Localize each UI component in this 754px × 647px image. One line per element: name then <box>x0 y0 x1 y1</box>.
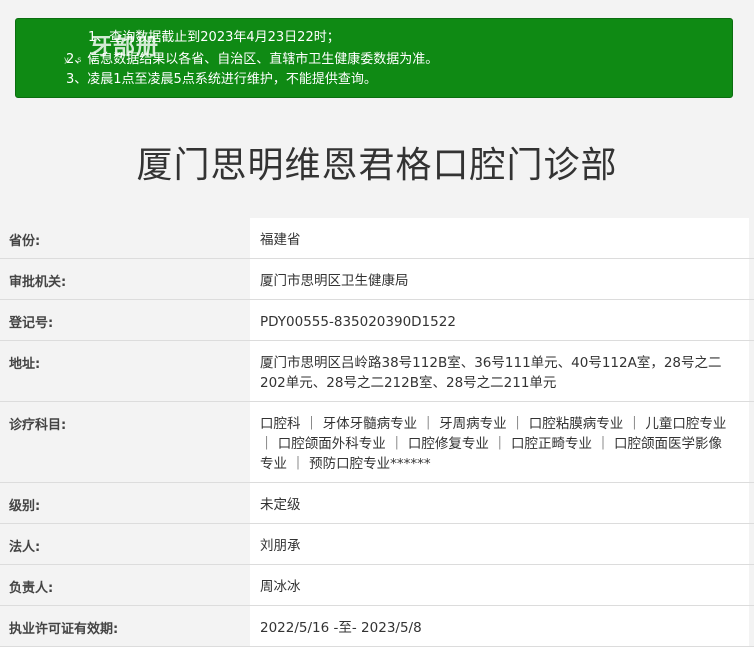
row-approval-authority: 审批机关: 厦门市思明区卫生健康局 <box>0 259 754 300</box>
notice-line-2: 2、信息数据结果以各省、自治区、直辖市卫生健康委数据为准。 <box>66 52 439 67</box>
row-value: 未定级 <box>250 483 749 523</box>
row-label: 级别: <box>0 483 250 523</box>
row-value: 厦门市思明区卫生健康局 <box>250 259 749 299</box>
row-label: 审批机关: <box>0 259 250 299</box>
row-label: 负责人: <box>0 565 250 605</box>
row-departments: 诊疗科目: 口腔科 ｜ 牙体牙髓病专业 ｜ 牙周病专业 ｜ 口腔粘膜病专业 ｜ … <box>0 402 754 483</box>
row-label: 诊疗科目: <box>0 402 250 482</box>
row-label: 省份: <box>0 218 250 258</box>
row-label: 执业许可证有效期: <box>0 606 250 646</box>
notice-line-3: 3、凌晨1点至凌晨5点系统进行维护，不能提供查询。 <box>66 72 377 87</box>
notice-line-1: 1、查询数据截止到2023年4月23日22时； <box>88 30 340 45</box>
row-label: 地址: <box>0 341 250 401</box>
row-value: PDY00555-835020390D1522 <box>250 300 749 340</box>
row-label: 登记号: <box>0 300 250 340</box>
row-person-in-charge: 负责人: 周冰冰 <box>0 565 754 606</box>
row-value: 厦门市思明区吕岭路38号112B室、36号111单元、40号112A室，28号之… <box>250 341 749 401</box>
info-table: 省份: 福建省 审批机关: 厦门市思明区卫生健康局 登记号: PDY00555-… <box>0 218 754 647</box>
row-legal-person: 法人: 刘朋承 <box>0 524 754 565</box>
page-title: 厦门思明维恩君格口腔门诊部 <box>136 145 618 186</box>
row-registration-number: 登记号: PDY00555-835020390D1522 <box>0 300 754 341</box>
row-value: 刘朋承 <box>250 524 749 564</box>
row-license-validity: 执业许可证有效期: 2022/5/16 -至- 2023/5/8 <box>0 606 754 647</box>
row-province: 省份: 福建省 <box>0 218 754 259</box>
row-address: 地址: 厦门市思明区吕岭路38号112B室、36号111单元、40号112A室，… <box>0 341 754 402</box>
row-value: 福建省 <box>250 218 749 258</box>
row-level: 级别: 未定级 <box>0 483 754 524</box>
row-value: 2022/5/16 -至- 2023/5/8 <box>250 606 749 646</box>
row-value: 口腔科 ｜ 牙体牙髓病专业 ｜ 牙周病专业 ｜ 口腔粘膜病专业 ｜ 儿童口腔专业… <box>250 402 749 482</box>
row-value: 周冰冰 <box>250 565 749 605</box>
row-label: 法人: <box>0 524 250 564</box>
notice-banner: 牙部册 y s w 1、查询数据截止到2023年4月23日22时； 2、信息数据… <box>15 18 733 98</box>
